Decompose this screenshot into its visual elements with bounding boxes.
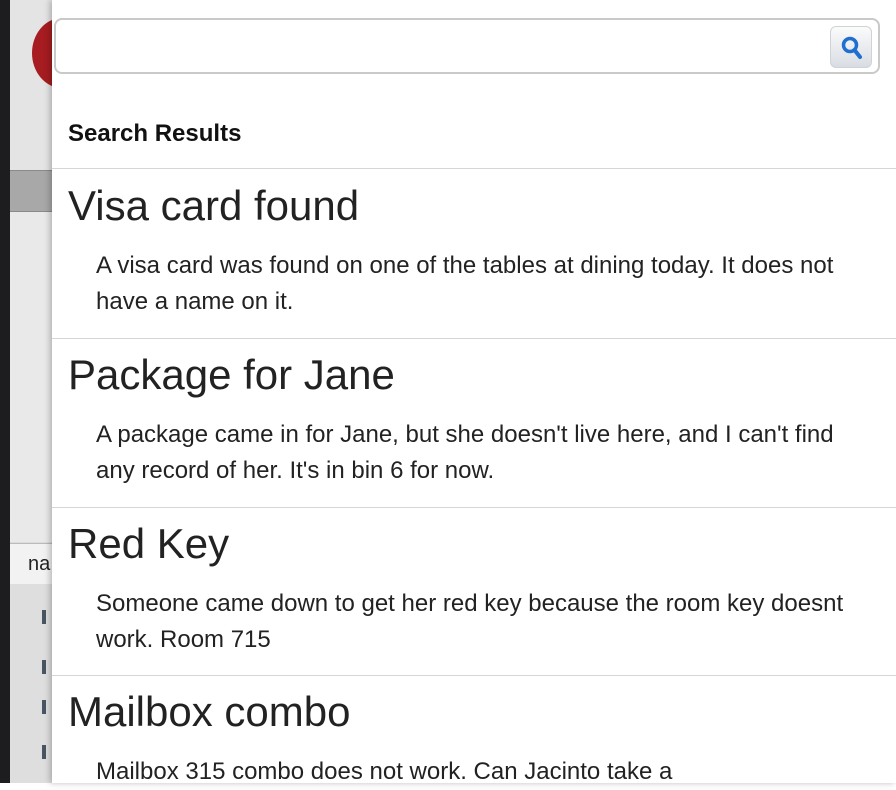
search-button[interactable] [830,26,872,68]
result-item[interactable]: Red Key Someone came down to get her red… [52,508,896,675]
result-title: Package for Jane [68,351,395,398]
row-marker [42,610,46,624]
result-item[interactable]: Visa card found A visa card was found on… [52,170,896,338]
result-item[interactable]: Package for Jane A package came in for J… [52,339,896,507]
magnifier-icon [841,36,862,59]
background-toolbar [10,170,52,212]
row-marker [42,660,46,674]
result-item[interactable]: Mailbox combo Mailbox 315 combo does not… [52,676,896,785]
search-bar [54,18,880,74]
window-edge [0,0,10,783]
result-body: Someone came down to get her red key bec… [96,590,844,653]
result-title: Visa card found [68,182,360,229]
background-app: na [0,0,52,783]
result-body: A package came in for Jane, but she does… [96,421,834,484]
result-title: Mailbox combo [68,688,351,735]
search-input[interactable] [64,28,828,66]
row-marker [42,700,46,714]
divider [52,168,896,169]
result-title: Red Key [68,520,230,567]
result-body: Mailbox 315 combo does not work. Can Jac… [96,758,673,785]
search-popover: Search Results Visa card found A visa ca… [52,0,896,785]
search-results-heading: Search Results [68,120,242,147]
background-column-label: na [28,553,51,575]
result-body: A visa card was found on one of the tabl… [96,252,834,315]
row-marker [42,745,46,759]
background-content [10,212,52,542]
